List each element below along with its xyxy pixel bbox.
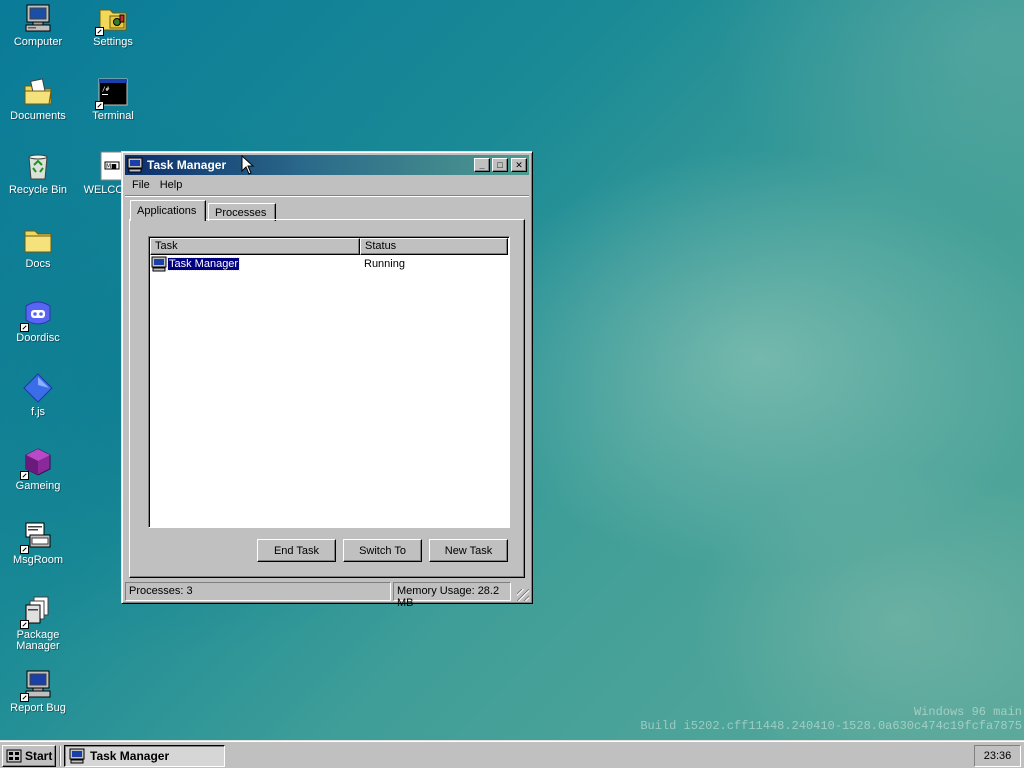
status-memory: Memory Usage: 28.2 MB [393,582,511,609]
msgroom-icon [20,520,54,554]
menu-separator [125,195,529,197]
task-name: Task Manager [166,257,241,271]
computer-icon [22,2,54,34]
desktop-icon-label: f.js [30,406,46,418]
svg-text:/#: /# [102,86,110,93]
clock[interactable]: 23:36 [984,750,1012,762]
status-bar: Processes: 3 Memory Usage: 28.2 MB [125,582,529,609]
gameing-icon [20,446,54,480]
switch-to-button[interactable]: Switch To [343,539,422,562]
menu-bar: File Help [125,175,529,195]
shortcut-arrow-icon [20,323,29,332]
desktop-icon-label: Computer [13,36,63,48]
report-bug-icon [20,668,54,702]
shortcut-arrow-icon [95,27,104,36]
settings-icon [95,2,129,36]
desktop-icon-label: Recycle Bin [8,184,68,196]
shortcut-arrow-icon [20,693,29,702]
task-list[interactable]: Task Status Task Manager Running [148,236,510,528]
desktop-icon-label: Terminal [92,110,134,122]
package-manager-icon [20,595,54,629]
desktop-icon-label: Doordisc [16,332,60,344]
task-status: Running [364,258,405,270]
svg-text:M■: M■ [106,163,117,170]
desktop-icon-label: MsgRoom [12,554,64,566]
system-tray: 23:36 [974,745,1021,767]
build-watermark: Windows 96 main Build i5202.cff11448.2404… [640,705,1022,733]
mouse-cursor-icon [241,155,255,175]
desktop-icon-label: Package Manager [16,629,60,652]
doordisc-icon [20,298,54,332]
end-task-button[interactable]: End Task [257,539,336,562]
desktop-icon-msgroom[interactable]: MsgRoom [0,520,76,566]
start-button[interactable]: Start [2,745,56,767]
terminal-icon: /# [95,76,129,110]
tab-strip: Applications Processes [130,200,529,221]
task-manager-window[interactable]: Task Manager _ □ ✕ File Help Application… [121,151,533,609]
desktop-icon-label: Documents [10,110,66,122]
taskbar-separator [59,746,61,766]
js-file-icon [22,372,54,404]
desktop-icon-gameing[interactable]: Gameing [0,446,76,492]
shortcut-arrow-icon [20,545,29,554]
new-task-button[interactable]: New Task [429,539,508,562]
column-header-task[interactable]: Task [150,238,360,255]
resize-grip[interactable] [517,589,529,601]
task-cell: Task Manager [151,256,361,272]
tab-applications[interactable]: Applications [130,200,206,221]
shortcut-arrow-icon [20,471,29,480]
desktop-icon-computer[interactable]: Computer [0,2,76,48]
desktop-icon-label: Gameing [15,480,61,492]
start-label: Start [25,749,53,763]
desktop-icon-package-manager[interactable]: Package Manager [0,595,76,652]
desktop-icon-report-bug[interactable]: Report Bug [0,668,76,714]
desktop-icon-docs[interactable]: Docs [0,224,76,270]
desktop-icon-label: Docs [25,258,51,270]
menu-help[interactable]: Help [155,177,188,193]
desktop-icon-doordisc[interactable]: Doordisc [0,298,76,344]
folder-icon [22,224,54,256]
task-manager-app-icon [151,256,167,272]
status-processes: Processes: 3 [125,582,391,601]
taskbar-button-label: Task Manager [90,749,170,763]
task-manager-app-icon [127,157,143,173]
documents-folder-icon [22,76,54,108]
taskbar: Start Task Manager 23:36 [0,740,1024,768]
desktop-icon-terminal[interactable]: /# Terminal [75,76,151,122]
shortcut-arrow-icon [20,620,29,629]
desktop-icon-label: Settings [93,36,133,48]
task-manager-app-icon [69,748,85,764]
desktop-icon-label: Report Bug [10,702,66,714]
desktop-icon-settings[interactable]: Settings [75,2,151,48]
column-header-status[interactable]: Status [360,238,508,255]
minimize-button[interactable]: _ [474,158,490,172]
watermark-line-2: Build i5202.cff11448.240410-1528.0a630c4… [640,719,1022,733]
watermark-line-1: Windows 96 main [913,705,1022,719]
window-titlebar[interactable]: Task Manager _ □ ✕ [125,155,529,175]
taskbar-button-task-manager[interactable]: Task Manager [64,745,225,767]
desktop-icon-recycle-bin[interactable]: Recycle Bin [0,150,76,196]
desktop-icon-f-js[interactable]: f.js [0,372,76,418]
maximize-button[interactable]: □ [492,158,508,172]
start-logo-icon [6,749,22,763]
window-title: Task Manager [147,158,227,172]
menu-file[interactable]: File [127,177,155,193]
desktop-icon-documents[interactable]: Documents [0,76,76,122]
table-row[interactable]: Task Manager Running [151,255,509,273]
close-button[interactable]: ✕ [511,158,527,172]
applications-panel: Task Status Task Manager Running End Tas… [129,219,525,578]
shortcut-arrow-icon [95,101,104,110]
recycle-bin-icon [22,150,54,182]
task-list-header: Task Status [150,238,508,255]
